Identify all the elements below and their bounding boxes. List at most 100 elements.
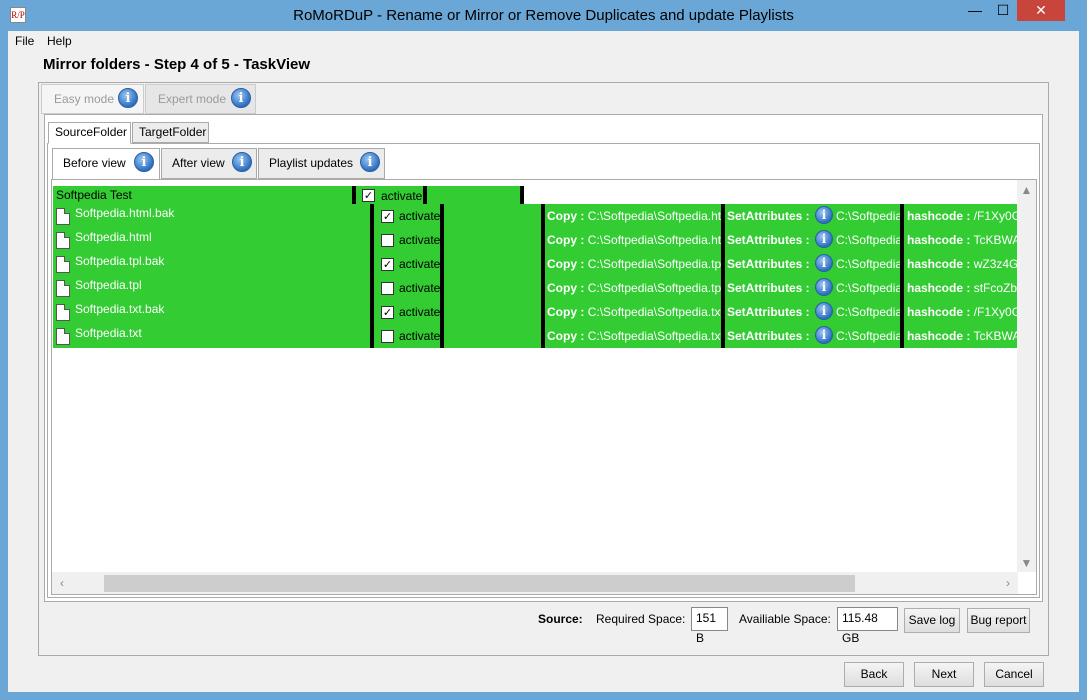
copy-action: Copy : C:\Softpedia\Softpedia.ht bbox=[547, 229, 722, 251]
window-title: RoMoRDuP - Rename or Mirror or Remove Du… bbox=[293, 7, 794, 24]
file-icon bbox=[56, 256, 70, 273]
file-activate-label: activate bbox=[399, 233, 441, 247]
hashcode-cell: hashcode : wZ3z4Gk bbox=[907, 253, 1017, 275]
column-separator bbox=[520, 186, 524, 205]
file-activate-checkbox[interactable]: ✓ bbox=[381, 258, 394, 271]
copy-action: Copy : C:\Softpedia\Softpedia.txt bbox=[547, 301, 722, 323]
copy-action: Copy : C:\Softpedia\Softpedia.txt bbox=[547, 325, 722, 347]
column-separator bbox=[541, 324, 545, 348]
column-separator bbox=[900, 324, 904, 348]
column-separator bbox=[541, 276, 545, 300]
close-button[interactable]: ✕ bbox=[1017, 0, 1065, 21]
info-icon[interactable]: i bbox=[231, 88, 251, 108]
setattributes-label: SetAttributes : bbox=[727, 281, 810, 295]
folder-activate-checkbox[interactable]: ✓ bbox=[362, 189, 375, 202]
hashcode-cell: hashcode : TcKBWA bbox=[907, 325, 1017, 347]
file-name: Softpedia.html bbox=[75, 230, 152, 244]
file-activate-checkbox[interactable] bbox=[381, 330, 394, 343]
tab-playlist-updates-label: Playlist updates bbox=[269, 156, 354, 170]
setattributes-label: SetAttributes : bbox=[727, 329, 810, 343]
hashcode-label: hashcode : bbox=[907, 305, 971, 319]
setattributes-path: C:\Softpedia bbox=[836, 281, 900, 295]
copy-label: Copy : bbox=[547, 233, 585, 247]
vertical-scrollbar[interactable] bbox=[1017, 180, 1036, 572]
column-separator bbox=[721, 204, 725, 228]
column-separator bbox=[900, 276, 904, 300]
setattributes-path: C:\Softpedia bbox=[836, 209, 900, 223]
maximize-button[interactable]: ☐ bbox=[989, 0, 1017, 21]
column-separator bbox=[541, 252, 545, 276]
copy-action: Copy : C:\Softpedia\Softpedia.ht bbox=[547, 205, 722, 227]
tab-source-folder[interactable]: SourceFolder bbox=[48, 122, 131, 144]
copy-label: Copy : bbox=[547, 305, 585, 319]
column-separator bbox=[900, 228, 904, 252]
info-icon[interactable]: i bbox=[815, 326, 833, 344]
save-log-button[interactable]: Save log bbox=[904, 608, 960, 633]
file-activate-checkbox[interactable] bbox=[381, 234, 394, 247]
info-icon[interactable]: i bbox=[360, 152, 380, 172]
column-separator bbox=[721, 228, 725, 252]
column-separator bbox=[370, 300, 374, 324]
info-icon[interactable]: i bbox=[815, 278, 833, 296]
column-separator bbox=[370, 204, 374, 228]
hashcode-cell: hashcode : /F1Xy0G bbox=[907, 301, 1017, 323]
hashcode-value: wZ3z4Gk bbox=[973, 257, 1017, 271]
info-icon[interactable]: i bbox=[134, 152, 154, 172]
info-icon[interactable]: i bbox=[815, 206, 833, 224]
setattributes-path: C:\Softpedia bbox=[836, 305, 900, 319]
hashcode-label: hashcode : bbox=[907, 257, 971, 271]
column-separator bbox=[721, 300, 725, 324]
setattributes-path: C:\Softpedia bbox=[836, 257, 900, 271]
hashcode-value: /F1Xy0G bbox=[973, 305, 1017, 319]
column-separator bbox=[900, 252, 904, 276]
setattributes-path: C:\Softpedia bbox=[836, 233, 900, 247]
column-separator bbox=[440, 300, 444, 324]
file-activate-label: activate bbox=[399, 281, 441, 295]
hashcode-label: hashcode : bbox=[907, 329, 971, 343]
file-icon bbox=[56, 328, 70, 345]
column-separator bbox=[370, 276, 374, 300]
cancel-button[interactable]: Cancel bbox=[984, 662, 1044, 687]
minimize-button[interactable]: — bbox=[961, 0, 989, 21]
back-button[interactable]: Back bbox=[844, 662, 904, 687]
scroll-left-icon[interactable]: ‹ bbox=[55, 576, 69, 590]
horizontal-scroll-thumb[interactable] bbox=[104, 575, 855, 592]
tab-target-folder[interactable]: TargetFolder bbox=[132, 122, 209, 143]
info-icon[interactable]: i bbox=[232, 152, 252, 172]
menu-file[interactable]: File bbox=[15, 32, 34, 50]
info-icon[interactable]: i bbox=[118, 88, 138, 108]
next-button[interactable]: Next bbox=[914, 662, 974, 687]
column-separator bbox=[370, 228, 374, 252]
column-separator bbox=[900, 204, 904, 228]
hashcode-label: hashcode : bbox=[907, 209, 971, 223]
file-activate-checkbox[interactable] bbox=[381, 282, 394, 295]
info-icon[interactable]: i bbox=[815, 254, 833, 272]
column-separator bbox=[721, 276, 725, 300]
column-separator bbox=[440, 252, 444, 276]
tab-easy-mode-label: Easy mode bbox=[54, 92, 115, 106]
bug-report-button[interactable]: Bug report bbox=[967, 608, 1030, 633]
tab-after-view-label: After view bbox=[172, 156, 225, 170]
hashcode-value: /F1Xy0G bbox=[973, 209, 1017, 223]
copy-action: Copy : C:\Softpedia\Softpedia.tp bbox=[547, 277, 722, 299]
hashcode-cell: hashcode : TcKBWA bbox=[907, 229, 1017, 251]
menu-help[interactable]: Help bbox=[47, 32, 72, 50]
column-separator bbox=[370, 252, 374, 276]
file-activate-label: activate bbox=[399, 305, 441, 319]
scroll-down-icon[interactable]: ▼ bbox=[1019, 556, 1034, 570]
setattributes-path: C:\Softpedia bbox=[836, 329, 900, 343]
tab-expert-mode-label: Expert mode bbox=[158, 92, 227, 106]
scroll-up-icon[interactable]: ▲ bbox=[1019, 183, 1034, 197]
hashcode-cell: hashcode : /F1Xy0G bbox=[907, 205, 1017, 227]
info-icon[interactable]: i bbox=[815, 230, 833, 248]
setattributes-label: SetAttributes : bbox=[727, 209, 810, 223]
info-icon[interactable]: i bbox=[815, 302, 833, 320]
file-activate-checkbox[interactable]: ✓ bbox=[381, 210, 394, 223]
setattributes-label: SetAttributes : bbox=[727, 305, 810, 319]
hashcode-label: hashcode : bbox=[907, 233, 971, 247]
copy-path: C:\Softpedia\Softpedia.ht bbox=[587, 233, 722, 247]
required-space-value: 151 B bbox=[691, 607, 728, 645]
scroll-right-icon[interactable]: › bbox=[1001, 576, 1015, 590]
copy-path: C:\Softpedia\Softpedia.ht bbox=[587, 209, 722, 223]
file-activate-checkbox[interactable]: ✓ bbox=[381, 306, 394, 319]
